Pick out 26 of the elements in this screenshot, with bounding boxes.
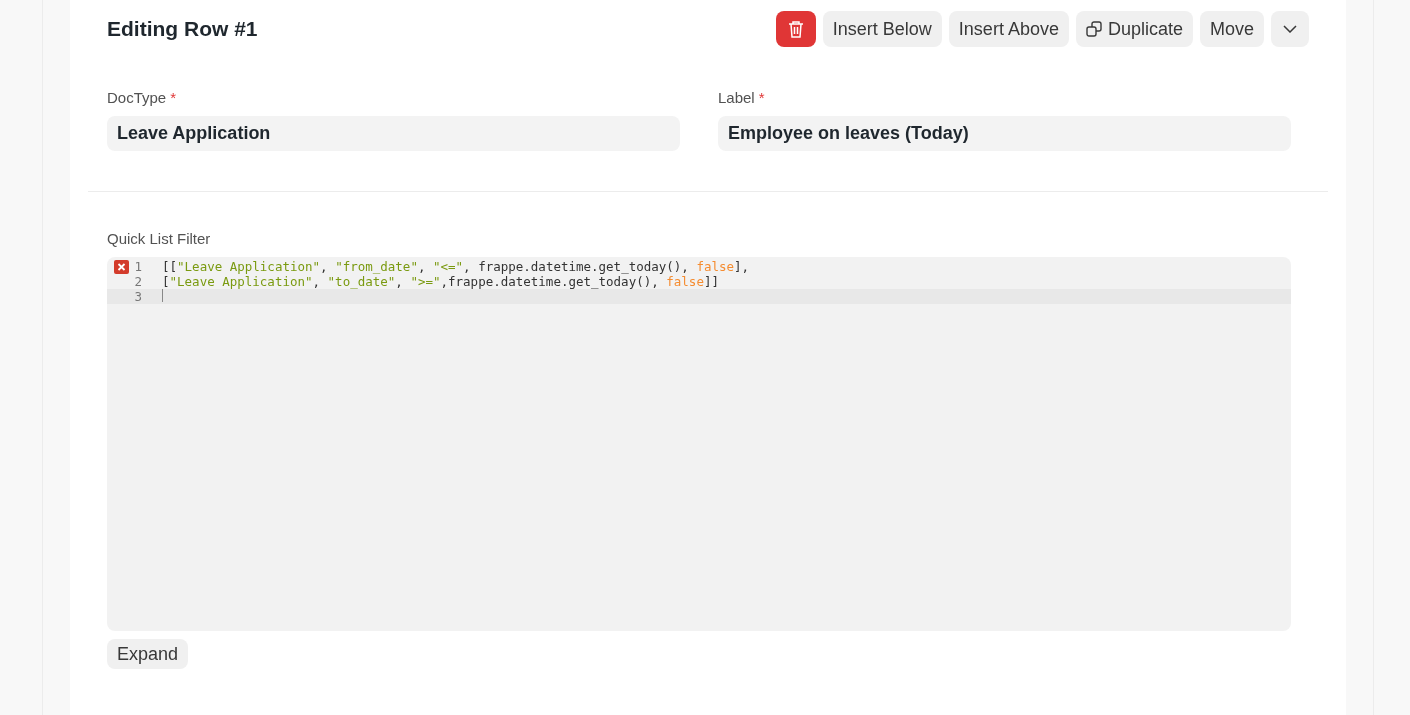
text-cursor (162, 289, 163, 302)
action-button[interactable]: Insert Below (822, 11, 942, 47)
line-number: 2 (134, 274, 142, 289)
delete-button[interactable] (775, 11, 816, 47)
code-line: [["Leave Application", "from_date", "<=", frappe.datetime.get_today(), false], (162, 259, 750, 274)
section-title: Editing Row #1 (107, 17, 258, 41)
more-button[interactable] (1271, 11, 1309, 47)
required-mark: * (758, 89, 765, 106)
text-field[interactable]: Employee on leaves (Today) (718, 116, 1291, 151)
duplicate-button[interactable]: Duplicate (1075, 11, 1193, 47)
line-number: 3 (134, 289, 142, 304)
copy-icon (1085, 21, 1102, 37)
chevron-down-icon (1283, 25, 1297, 33)
field-label: DocType (107, 89, 167, 106)
error-icon (114, 259, 130, 274)
action-button[interactable]: Insert Above (948, 11, 1069, 47)
code-line: ["Leave Application", "to_date", ">=",frappe.datetime.get_today(), false]] (162, 274, 719, 289)
text-field[interactable]: Leave Application (107, 116, 680, 151)
code-editor[interactable]: 1 [["Leave Application", "from_date", "<=", frappe.datetime.get_today(), false], 2 ["Leave Application", "to_date", ">=",frappe.datetime.get_today(), false]] 3 (107, 257, 1291, 631)
field-label: Label (718, 89, 755, 106)
required-mark: * (170, 89, 177, 106)
field-label: Quick List Filter (107, 230, 212, 247)
expand-button[interactable]: Expand (107, 639, 189, 669)
action-button[interactable]: Move (1200, 11, 1264, 47)
trash-icon (787, 20, 804, 38)
line-number: 1 (134, 259, 142, 274)
